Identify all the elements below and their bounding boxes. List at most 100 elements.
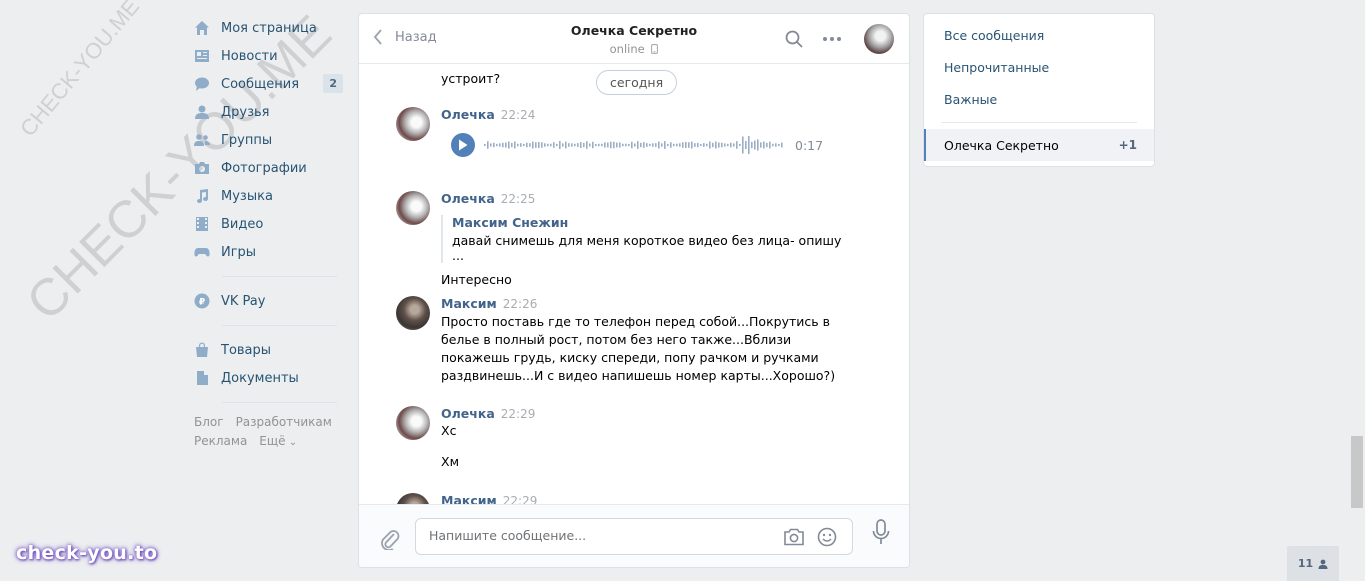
waveform-bar bbox=[721, 142, 723, 148]
avatar[interactable] bbox=[396, 296, 430, 330]
waveform-bar bbox=[502, 142, 504, 148]
nav-item-music[interactable]: Музыка bbox=[192, 182, 344, 210]
waveform-bar bbox=[523, 143, 525, 147]
waveform-bar bbox=[487, 141, 489, 149]
more-icon[interactable] bbox=[822, 36, 842, 42]
waveform-bar bbox=[598, 143, 600, 147]
waveform-bar bbox=[601, 143, 603, 147]
message-text: Интересно bbox=[441, 272, 512, 287]
message-input[interactable] bbox=[429, 528, 769, 543]
waveform-bar bbox=[640, 142, 642, 148]
smile-icon[interactable] bbox=[817, 527, 837, 547]
footer-link-developers[interactable]: Разработчикам bbox=[236, 415, 332, 429]
waveform-bar bbox=[763, 141, 765, 149]
nav-item-my-page[interactable]: Моя страница bbox=[192, 14, 344, 42]
nav-item-friends[interactable]: Друзья bbox=[192, 98, 344, 126]
nav-item-messages[interactable]: Сообщения 2 bbox=[192, 70, 344, 98]
nav-item-groups[interactable]: Группы bbox=[192, 126, 344, 154]
nav-label: Моя страница bbox=[221, 20, 317, 36]
message-time: 22:24 bbox=[500, 108, 536, 122]
waveform-bar bbox=[589, 143, 591, 147]
waveform-bar bbox=[574, 143, 576, 147]
avatar[interactable] bbox=[864, 24, 894, 54]
nav-item-vkpay[interactable]: ₽ VK Pay bbox=[192, 287, 344, 315]
nav-item-documents[interactable]: Документы bbox=[192, 364, 344, 392]
waveform-bar bbox=[748, 136, 750, 154]
avatar[interactable] bbox=[396, 493, 430, 504]
watermark-small: CHECK-YOU.ME bbox=[15, 0, 145, 142]
paperclip-icon[interactable] bbox=[378, 526, 400, 550]
nav-label: Друзья bbox=[221, 104, 270, 120]
filter-all-messages[interactable]: Все сообщения bbox=[944, 28, 1044, 43]
waveform-bar bbox=[550, 143, 552, 147]
waveform-bar bbox=[778, 143, 780, 147]
nav-separator bbox=[222, 276, 337, 277]
footer-link-more[interactable]: Ещё bbox=[259, 434, 297, 448]
online-friends-button[interactable]: 11 bbox=[1287, 546, 1339, 581]
avatar[interactable] bbox=[396, 191, 430, 225]
waveform-bar bbox=[544, 143, 546, 147]
nav-item-photos[interactable]: Фотографии bbox=[192, 154, 344, 182]
waveform-bar bbox=[736, 141, 738, 149]
play-button[interactable] bbox=[451, 133, 475, 157]
nav-item-news[interactable]: Новости bbox=[192, 42, 344, 70]
waveform-bar bbox=[760, 142, 762, 148]
message-time: 22:25 bbox=[500, 192, 536, 206]
footer-link-ads[interactable]: Реклама bbox=[194, 434, 247, 448]
waveform-bar bbox=[646, 143, 648, 147]
chat-panel: Назад Олечка Секретно online устроит? се… bbox=[358, 13, 910, 568]
waveform-bar bbox=[556, 143, 558, 147]
quote-author: Максим Снежин bbox=[452, 215, 569, 230]
forwarded-quote[interactable]: Максим Снежин давай снимешь для меня кор… bbox=[441, 215, 856, 263]
message-author[interactable]: Олечка bbox=[441, 191, 495, 206]
message-author[interactable]: Максим bbox=[441, 296, 497, 311]
waveform-bar bbox=[619, 142, 621, 148]
waveform-bar bbox=[553, 142, 555, 148]
avatar[interactable] bbox=[396, 107, 430, 141]
nav-item-goods[interactable]: Товары bbox=[192, 336, 344, 364]
message-author[interactable]: Олечка bbox=[441, 406, 495, 421]
home-icon bbox=[194, 20, 210, 36]
waveform-bar bbox=[637, 141, 639, 149]
waveform-bar bbox=[709, 141, 711, 149]
nav-label: Новости bbox=[221, 48, 278, 64]
avatar[interactable] bbox=[396, 406, 430, 440]
nav-item-games[interactable]: Игры bbox=[192, 238, 344, 266]
footer-link-blog[interactable]: Блог bbox=[194, 415, 224, 429]
message-input-wrapper bbox=[415, 518, 853, 555]
filter-unread[interactable]: Непрочитанные bbox=[944, 60, 1049, 75]
waveform-bar bbox=[571, 143, 573, 147]
page-scrollbar[interactable] bbox=[1351, 436, 1363, 508]
nav-label: Сообщения bbox=[221, 76, 300, 92]
waveform-bar bbox=[691, 141, 693, 149]
waveform-bar bbox=[535, 142, 537, 148]
filter-important[interactable]: Важные bbox=[944, 92, 997, 107]
message-author[interactable]: Олечка bbox=[441, 107, 495, 122]
waveform-bar bbox=[724, 143, 726, 147]
waveform-bar bbox=[781, 142, 783, 148]
nav-item-video[interactable]: Видео bbox=[192, 210, 344, 238]
waveform-bar bbox=[631, 141, 633, 149]
message-text: Хм bbox=[441, 454, 459, 469]
nav-label: Товары bbox=[221, 342, 272, 358]
waveform-bar bbox=[643, 142, 645, 148]
search-icon[interactable] bbox=[785, 30, 803, 48]
waveform-bar bbox=[697, 142, 699, 148]
camera-icon[interactable] bbox=[783, 527, 805, 547]
waveform-bar bbox=[529, 143, 531, 147]
microphone-icon[interactable] bbox=[872, 519, 890, 545]
waveform-bar bbox=[772, 143, 774, 147]
waveform-bar bbox=[484, 144, 486, 146]
waveform[interactable] bbox=[484, 133, 784, 157]
message-author[interactable]: Максим bbox=[441, 493, 497, 504]
watermark-logo: check-you.to bbox=[16, 542, 158, 564]
message-body: Олечка 22:25 Максим Снежин давай снимешь … bbox=[441, 191, 856, 289]
waveform-bar bbox=[562, 143, 564, 147]
waveform-bar bbox=[583, 142, 585, 148]
waveform-bar bbox=[586, 141, 588, 149]
conversation-item-selected[interactable]: Олечка Секретно +1 bbox=[924, 129, 1154, 161]
waveform-bar bbox=[517, 143, 519, 147]
waveform-bar bbox=[718, 142, 720, 148]
message-time: 22:29 bbox=[500, 407, 536, 421]
waveform-bar bbox=[538, 141, 540, 149]
